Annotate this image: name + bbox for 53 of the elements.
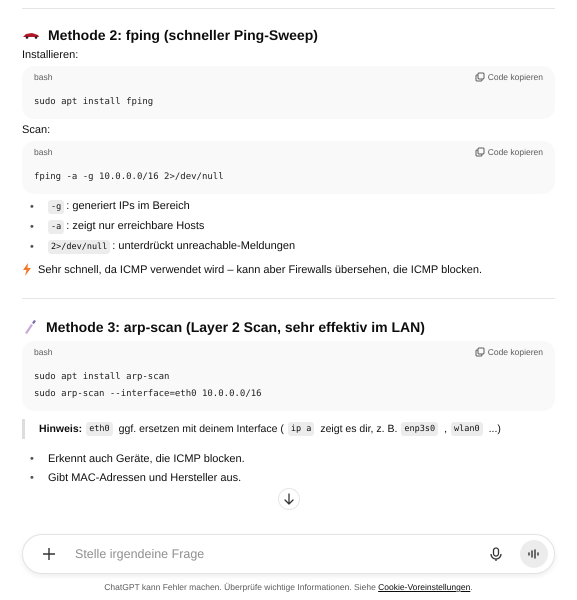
code-line: sudo apt install arp-scan [34,371,170,384]
text: , [444,423,448,435]
copy-icon [474,72,485,82]
section-heading: Methode 2: fping (schneller Ping-Sweep) [48,27,318,43]
inline-code: enp3s0 [401,422,438,436]
probe-icon [22,319,38,335]
code-line: fping -a -g 10.0.0.0/16 2>/dev/null [34,171,225,184]
section-heading: Methode 3: arp-scan (Layer 2 Scan, sehr effektiv im LAN) [46,319,425,335]
code-line: sudo arp-scan --interface=eth0 10.0.0.0/16 [34,388,263,401]
text: ...) [488,423,501,435]
copy-code-button[interactable]: Code kopieren [474,72,543,82]
bullet: • [30,471,35,486]
paragraph: Installieren: [22,49,80,61]
copy-icon [474,347,485,357]
text: : generiert IPs im Bereich [66,200,190,212]
code-language: bash [34,347,52,357]
cookie-settings-link[interactable]: Cookie-Voreinstellungen [378,582,470,592]
copy-code-button[interactable]: Code kopieren [474,147,543,157]
message-composer[interactable]: Stelle irgendeine Frage [22,534,555,574]
period-text: . [470,582,473,592]
inline-code: -g [48,200,64,214]
text: ggf. ersetzen mit deinem Interface ( [118,423,284,435]
arrow-down-icon [282,493,294,505]
voice-button[interactable] [520,540,548,568]
plus-icon [43,548,55,560]
copy-icon [474,147,485,157]
text: Erkennt auch Geräte, die ICMP blocken. [48,453,245,465]
inline-code: wlan0 [451,422,483,436]
sound-wave-icon [528,549,540,559]
paragraph: Sehr schnell, da ICMP verwendet wird – kann aber Firewalls übersehen, die ICMP blocken. [38,264,482,276]
inline-code: eth0 [86,422,113,436]
inline-code: 2>/dev/null [48,240,110,254]
inline-code: ip a [288,422,314,436]
bullet: • [30,220,35,234]
inline-code: -a [48,220,64,234]
text: zeigt es dir, z. B. [320,423,398,435]
bullet: • [30,452,35,467]
code-line: sudo apt install fping [34,96,154,109]
code-language: bash [34,72,52,82]
text: Gibt MAC-Adressen und Hersteller aus. [48,472,242,484]
copy-code-button[interactable]: Code kopieren [474,347,543,357]
bullet: • [30,240,35,254]
paragraph: Scan: [22,124,52,136]
text: : zeigt nur erreichbare Hosts [66,220,204,232]
disclaimer-text: ChatGPT kann Fehler machen. Überprüfe wichtige Informationen. Siehe [104,582,377,592]
lightning-icon [22,263,32,276]
microphone-icon [490,547,502,561]
code-language: bash [34,147,52,157]
note-label: Hinweis: [39,423,82,435]
bullet: • [30,200,35,214]
scroll-down-button[interactable] [278,488,300,510]
text: : unterdrückt unreachable-Meldungen [112,240,296,252]
race-car-icon [22,31,40,39]
